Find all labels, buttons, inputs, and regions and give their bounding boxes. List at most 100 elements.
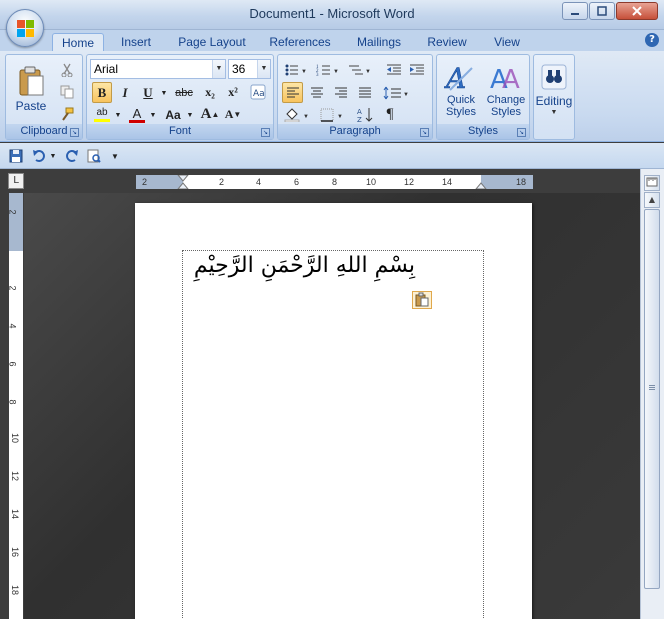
font-name-combo[interactable]: Arial ▼ <box>90 59 226 79</box>
bold-button[interactable]: B <box>92 82 112 103</box>
numbering-button[interactable]: 1 2 3 ▼ <box>314 59 342 80</box>
tab-references[interactable]: References <box>263 33 337 52</box>
print-preview-button[interactable] <box>84 146 104 166</box>
maximize-button[interactable] <box>589 2 615 20</box>
clear-formatting-button[interactable]: Aa <box>247 81 269 102</box>
vertical-scrollbar[interactable]: ▲ <box>640 169 664 619</box>
italic-button[interactable]: I <box>115 82 135 103</box>
highlight-dropdown-icon[interactable]: ▼ <box>113 104 123 125</box>
paragraph-launcher-icon[interactable]: ↘ <box>420 128 429 137</box>
font-group: Arial ▼ 36 ▼ B I U ▼ abc x₂ x² Aa ab ▼ A… <box>86 54 274 140</box>
editing-group: Editing ▼ <box>533 54 575 140</box>
subscript-button[interactable]: x₂ <box>199 82 221 103</box>
line-spacing-button[interactable]: ▼ <box>381 82 411 103</box>
close-button[interactable] <box>616 2 658 20</box>
copy-button[interactable] <box>56 81 78 102</box>
document-page[interactable]: بِسْمِ اللهِ الرَّحْمَنِ الرَّحِيْمِ <box>135 203 532 619</box>
svg-text:▼: ▼ <box>333 69 339 75</box>
h-tick: 10 <box>366 177 377 187</box>
font-size-value: 36 <box>232 62 246 76</box>
tab-view[interactable]: View <box>484 33 530 52</box>
svg-text:3: 3 <box>316 73 319 77</box>
tab-insert[interactable]: Insert <box>113 33 159 52</box>
paragraph-group-label: Paragraph <box>278 124 432 139</box>
highlight-label: ab <box>96 107 108 118</box>
styles-launcher-icon[interactable]: ↘ <box>517 128 526 137</box>
superscript-button[interactable]: x² <box>222 82 244 103</box>
redo-button[interactable] <box>62 146 82 166</box>
tab-review[interactable]: Review <box>421 33 473 52</box>
align-right-button[interactable] <box>330 82 351 103</box>
svg-text:▼: ▼ <box>365 69 371 75</box>
chevron-down-icon[interactable]: ▼ <box>257 60 270 78</box>
document-text[interactable]: بِسْمِ اللهِ الرَّحْمَنِ الرَّحِيْمِ <box>185 253 415 278</box>
underline-dropdown-icon[interactable]: ▼ <box>159 82 169 103</box>
tab-page-layout[interactable]: Page Layout <box>172 33 252 52</box>
change-case-dropdown-icon[interactable]: ▼ <box>185 104 195 125</box>
align-right-icon <box>334 87 347 97</box>
grow-font-button[interactable]: A ▲ <box>199 104 221 125</box>
scroll-up-button[interactable]: ▲ <box>644 192 660 208</box>
decrease-indent-button[interactable] <box>384 59 404 80</box>
v-tick: 2 <box>7 285 18 291</box>
save-button[interactable] <box>6 146 26 166</box>
strikethrough-button[interactable]: abc <box>172 82 196 103</box>
sort-icon: AZ <box>357 107 373 123</box>
tab-selector-button[interactable]: L <box>8 173 24 189</box>
v-tick: 2 <box>7 209 18 215</box>
v-tick: 6 <box>7 361 18 367</box>
multilevel-list-button[interactable]: ▼ <box>346 59 374 80</box>
paste-button[interactable]: Paste <box>10 58 52 120</box>
font-color-dropdown-icon[interactable]: ▼ <box>148 104 158 125</box>
show-formatting-button[interactable]: ¶ <box>379 104 401 125</box>
tab-home[interactable]: Home <box>52 33 104 52</box>
highlight-button[interactable]: ab <box>91 104 113 125</box>
font-color-button[interactable]: A <box>126 104 148 125</box>
chevron-down-icon[interactable]: ▼ <box>212 60 225 78</box>
editing-button[interactable]: Editing ▼ <box>536 58 572 122</box>
quick-styles-icon: A <box>444 62 473 94</box>
increase-indent-button[interactable] <box>407 59 427 80</box>
view-ruler-button[interactable] <box>644 175 660 191</box>
shading-button[interactable]: ▼ <box>282 104 312 125</box>
change-styles-icon: AA <box>490 65 520 94</box>
window-controls <box>562 2 658 20</box>
change-case-button[interactable]: Aa <box>161 104 185 125</box>
font-launcher-icon[interactable]: ↘ <box>261 128 270 137</box>
undo-button[interactable] <box>29 146 49 166</box>
borders-button[interactable]: ▼ <box>318 104 348 125</box>
decrease-indent-icon <box>387 64 401 74</box>
font-size-combo[interactable]: 36 ▼ <box>228 59 271 79</box>
sort-button[interactable]: AZ <box>354 104 376 125</box>
copy-icon <box>60 85 74 98</box>
clipboard-launcher-icon[interactable]: ↘ <box>70 128 79 137</box>
paste-options-button[interactable] <box>412 291 432 309</box>
justify-button[interactable] <box>354 82 375 103</box>
first-line-indent-marker[interactable] <box>177 175 189 189</box>
office-logo-icon <box>17 20 35 38</box>
bullets-button[interactable]: ▼ <box>282 59 310 80</box>
cut-button[interactable] <box>56 59 78 80</box>
customize-qat-icon[interactable]: ▼ <box>108 146 122 166</box>
vertical-ruler[interactable]: 2 2 4 6 8 10 12 14 16 18 <box>7 193 23 619</box>
office-button[interactable] <box>6 9 44 47</box>
align-center-button[interactable] <box>306 82 327 103</box>
align-left-button[interactable] <box>282 82 303 103</box>
help-icon[interactable]: ? <box>645 33 659 47</box>
format-painter-button[interactable] <box>56 103 78 124</box>
undo-dropdown-icon[interactable]: ▼ <box>48 146 58 166</box>
quick-styles-button[interactable]: A Quick Styles <box>440 58 482 122</box>
shrink-font-button[interactable]: A ▼ <box>222 104 244 125</box>
right-indent-marker[interactable] <box>475 175 487 189</box>
save-icon <box>9 149 23 163</box>
text-boundary: بِسْمِ اللهِ الرَّحْمَنِ الرَّحِيْمِ <box>182 250 484 619</box>
v-tick: 14 <box>10 508 21 520</box>
change-styles-button[interactable]: AA Change Styles <box>484 58 528 122</box>
horizontal-ruler[interactable]: 2 2 4 6 8 10 12 14 18 <box>136 175 533 189</box>
borders-icon: ▼ <box>320 108 343 122</box>
minimize-button[interactable] <box>562 2 588 20</box>
scroll-thumb[interactable] <box>644 209 660 589</box>
underline-button[interactable]: U <box>138 82 158 103</box>
tab-mailings[interactable]: Mailings <box>349 33 409 52</box>
h-tick: 2 <box>219 177 225 187</box>
